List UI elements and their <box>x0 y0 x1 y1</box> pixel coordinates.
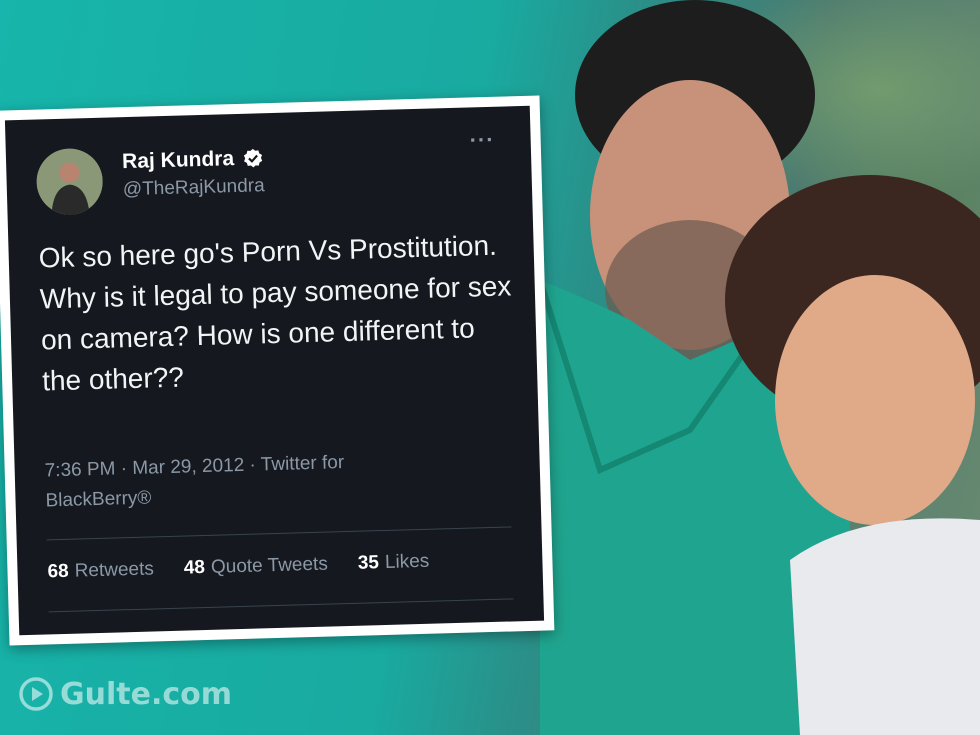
display-name[interactable]: Raj Kundra <box>122 147 235 174</box>
avatar[interactable] <box>35 147 104 216</box>
tweet-card: Raj Kundra @TheRajKundra ··· Ok so here … <box>4 105 545 636</box>
watermark-text: Gulte.com <box>60 676 233 712</box>
avatar-image <box>35 147 104 216</box>
quote-tweets-label: Quote Tweets <box>210 553 329 578</box>
retweets-stat[interactable]: 68 Retweets <box>47 558 154 583</box>
play-logo-icon <box>19 677 53 711</box>
tweet-screenshot: Raj Kundra @TheRajKundra ··· Ok so here … <box>0 95 555 646</box>
tweet-text: Ok so here go's Porn Vs Prostitution. Wh… <box>38 229 512 397</box>
retweets-label: Retweets <box>74 558 155 582</box>
tweet-timestamp[interactable]: 7:36 PM · Mar 29, 2012 · Twitter for Bla… <box>44 445 446 516</box>
quote-tweets-count: 48 <box>183 557 206 579</box>
likes-label: Likes <box>384 550 430 573</box>
quote-tweets-stat[interactable]: 48 Quote Tweets <box>184 554 329 580</box>
couple-photo <box>537 0 980 735</box>
handle[interactable]: @TheRajKundra <box>123 175 265 201</box>
tweet-stats: 68 Retweets 48 Quote Tweets 35 Likes <box>47 551 429 584</box>
verified-badge-icon <box>243 148 263 168</box>
likes-count: 35 <box>357 552 380 574</box>
likes-stat[interactable]: 35 Likes <box>357 551 429 575</box>
divider <box>46 526 512 541</box>
divider <box>48 598 514 613</box>
retweets-count: 68 <box>47 560 69 583</box>
more-options-icon[interactable]: ··· <box>469 127 495 154</box>
watermark: Gulte.com <box>18 676 232 712</box>
